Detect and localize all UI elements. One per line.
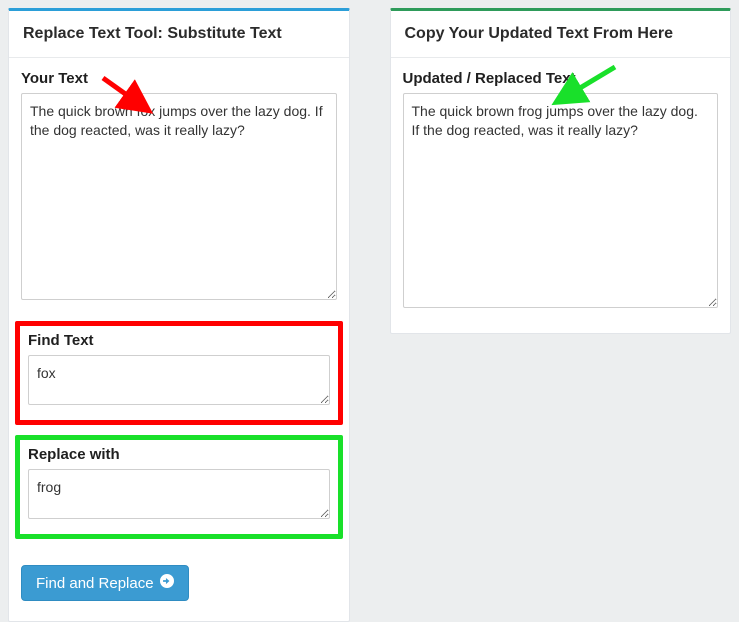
find-highlight-box: Find Text	[15, 321, 343, 425]
arrow-right-icon	[160, 574, 174, 592]
output-label: Updated / Replaced Text	[403, 70, 719, 87]
replace-text-input[interactable]	[28, 469, 330, 519]
input-panel-body: Your Text Find Text Replace with Find an…	[9, 58, 349, 621]
replace-label: Replace with	[28, 446, 330, 463]
find-and-replace-button-label: Find and Replace	[36, 575, 154, 592]
your-text-label: Your Text	[21, 70, 337, 87]
input-panel-title: Replace Text Tool: Substitute Text	[23, 25, 335, 43]
input-panel-header: Replace Text Tool: Substitute Text	[9, 11, 349, 58]
find-and-replace-button[interactable]: Find and Replace	[21, 565, 189, 601]
output-panel: Copy Your Updated Text From Here Updated…	[390, 8, 732, 334]
output-panel-body: Updated / Replaced Text	[391, 58, 731, 333]
output-panel-title: Copy Your Updated Text From Here	[405, 25, 717, 43]
replace-highlight-box: Replace with	[15, 435, 343, 539]
output-text[interactable]	[403, 93, 719, 308]
input-panel: Replace Text Tool: Substitute Text Your …	[8, 8, 350, 622]
find-text-input[interactable]	[28, 355, 330, 405]
find-label: Find Text	[28, 332, 330, 349]
your-text-input[interactable]	[21, 93, 337, 300]
output-panel-header: Copy Your Updated Text From Here	[391, 11, 731, 58]
